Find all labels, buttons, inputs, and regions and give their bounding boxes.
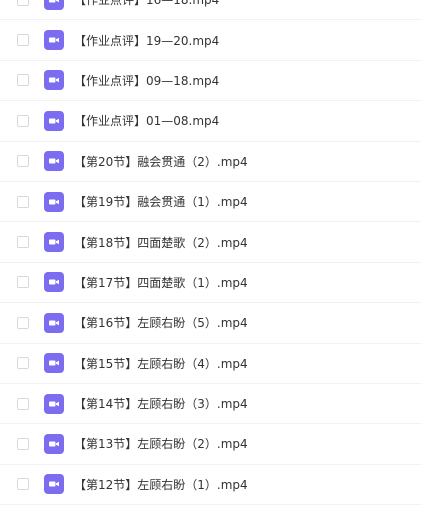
file-name[interactable]: 【作业点评】19—20.mp4 [74, 32, 219, 49]
file-row[interactable]: 【作业点评】09—18.mp4 [0, 61, 421, 102]
file-name[interactable]: 【第16节】左顾右盼（5）.mp4 [74, 314, 248, 331]
video-file-icon [44, 151, 64, 172]
file-row[interactable]: 【第15节】左顾右盼（4）.mp4 [0, 344, 421, 384]
video-file-icon [44, 70, 64, 91]
row-checkbox[interactable] [17, 478, 29, 491]
video-file-icon [44, 0, 64, 10]
video-file-icon [44, 110, 64, 131]
video-file-icon [44, 272, 64, 293]
file-name[interactable]: 【第14节】左顾右盼（3）.mp4 [74, 395, 248, 412]
video-file-icon [44, 353, 64, 374]
video-file-icon [44, 433, 64, 454]
file-row[interactable]: 【第20节】融会贯通（2）.mp4 [0, 142, 421, 182]
file-row[interactable]: 【第13节】左顾右盼（2）.mp4 [0, 424, 421, 465]
video-file-icon [44, 312, 64, 333]
row-checkbox[interactable] [17, 236, 29, 249]
row-checkbox[interactable] [17, 357, 29, 370]
row-checkbox[interactable] [17, 74, 29, 87]
file-name[interactable]: 【第13节】左顾右盼（2）.mp4 [74, 435, 248, 452]
file-row[interactable]: 【第16节】左顾右盼（5）.mp4 [0, 303, 421, 344]
file-name[interactable]: 【作业点评】09—18.mp4 [74, 72, 219, 89]
row-checkbox[interactable] [17, 397, 29, 410]
file-name[interactable]: 【第15节】左顾右盼（4）.mp4 [74, 355, 248, 372]
file-name[interactable]: 【第17节】四面楚歌（1）.mp4 [74, 274, 248, 291]
row-checkbox[interactable] [17, 316, 29, 329]
file-row[interactable]: 【第19节】融会贯通（1）.mp4 [0, 182, 421, 223]
file-row[interactable]: 【作业点评】19—20.mp4 [0, 20, 421, 61]
video-file-icon [44, 393, 64, 414]
file-name[interactable]: 【第18节】四面楚歌（2）.mp4 [74, 234, 248, 251]
file-name[interactable]: 【第20节】融会贯通（2）.mp4 [74, 153, 248, 170]
video-file-icon [44, 30, 64, 51]
file-name[interactable]: 【第12节】左顾右盼（1）.mp4 [74, 476, 248, 493]
file-row[interactable]: 【第12节】左顾右盼（1）.mp4 [0, 465, 421, 505]
file-row[interactable]: 【作业点评】01—08.mp4 [0, 101, 421, 142]
row-checkbox[interactable] [17, 0, 29, 6]
row-checkbox[interactable] [17, 195, 29, 208]
video-file-icon [44, 232, 64, 253]
file-name[interactable]: 【第19节】融会贯通（1）.mp4 [74, 193, 248, 210]
file-name[interactable]: 【作业点评】16—18.mp4 [74, 0, 219, 8]
row-checkbox[interactable] [17, 114, 29, 127]
row-checkbox[interactable] [17, 276, 29, 289]
file-row[interactable]: 【第18节】四面楚歌（2）.mp4 [0, 222, 421, 263]
file-row[interactable]: 【作业点评】16—18.mp4 [0, 0, 421, 21]
file-row[interactable]: 【第17节】四面楚歌（1）.mp4 [0, 263, 421, 304]
file-row[interactable]: 【第14节】左顾右盼（3）.mp4 [0, 384, 421, 425]
video-file-icon [44, 191, 64, 212]
row-checkbox[interactable] [17, 155, 29, 168]
row-checkbox[interactable] [17, 437, 29, 450]
file-list: 【作业点评】16—18.mp4 【作业点评】19—20.mp4 【作业点评】09… [0, 0, 421, 505]
row-checkbox[interactable] [17, 34, 29, 47]
video-file-icon [44, 474, 64, 495]
file-name[interactable]: 【作业点评】01—08.mp4 [74, 112, 219, 129]
